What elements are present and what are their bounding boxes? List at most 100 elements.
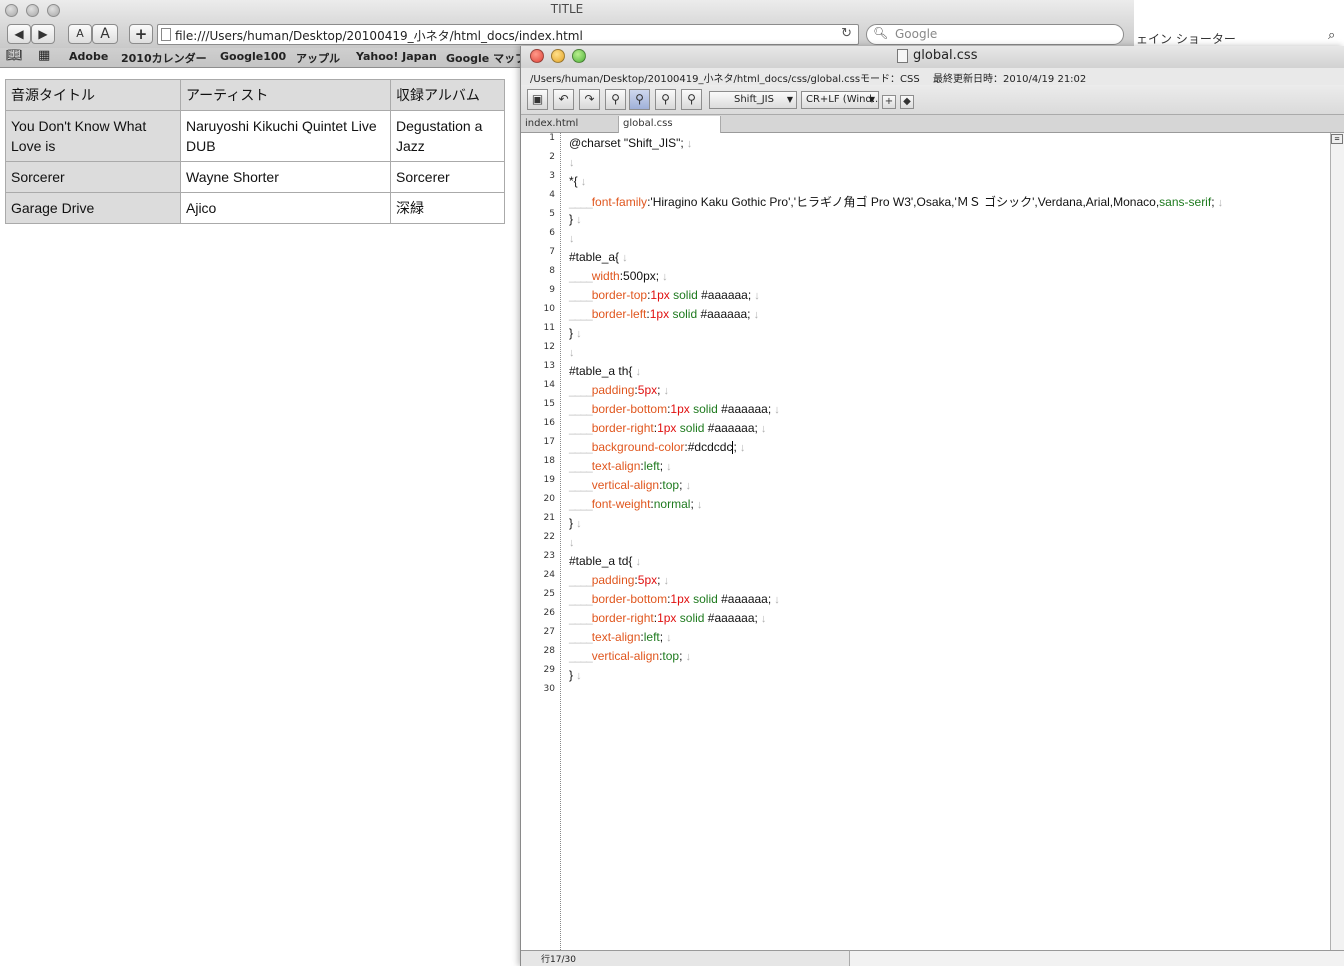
zoom-window-icon[interactable] xyxy=(572,49,586,63)
line-number: 27 xyxy=(543,627,555,637)
tab-marker: ____ xyxy=(569,478,593,492)
code-token: border-bottom xyxy=(591,592,668,606)
newline-marker: ↓ xyxy=(751,290,760,302)
newline-marker: ↓ xyxy=(663,461,672,473)
line-ending-select[interactable]: CR+LF (Wind... ▼ xyxy=(801,91,879,109)
album-cell: Sorcerer xyxy=(390,161,505,193)
code-line: } ↓ xyxy=(569,668,582,682)
code-token: solid xyxy=(676,611,705,625)
newline-marker: ↓ xyxy=(569,157,575,169)
tab-global-css[interactable]: global.css xyxy=(619,116,721,133)
line-number: 20 xyxy=(543,494,555,504)
bookmark-item[interactable]: Google100 xyxy=(220,50,286,63)
table-row: You Don't Know What Love is Naruyoshi Ki… xyxy=(5,110,505,162)
forward-arrow-icon: ▶ xyxy=(38,27,48,41)
horizontal-scrollbar[interactable] xyxy=(849,950,1344,966)
code-token: #aaaaaa; xyxy=(717,592,772,606)
code-token: @charset "Shift_JIS"; xyxy=(569,136,684,150)
text-larger-button[interactable]: A xyxy=(92,24,118,44)
text-smaller-button[interactable]: A xyxy=(68,24,92,44)
editor-window: global.css /Users/human/Desktop/20100419… xyxy=(520,46,1344,966)
code-line: ____border-right:1px solid #aaaaaa; ↓ xyxy=(569,421,766,435)
newline-marker: ↓ xyxy=(573,518,582,530)
split-view-icon[interactable]: = xyxy=(1331,134,1343,144)
minimize-window-icon[interactable] xyxy=(551,49,565,63)
line-number: 17 xyxy=(543,437,555,447)
code-token: font-weight xyxy=(591,497,651,511)
add-button[interactable]: + xyxy=(882,95,896,109)
line-number: 23 xyxy=(543,551,555,561)
code-token: #table_a th{ xyxy=(569,364,633,378)
diamond-icon: ◆ xyxy=(903,96,911,107)
vertical-scrollbar[interactable] xyxy=(1330,133,1344,950)
tab-marker: ____ xyxy=(569,440,593,454)
line-number: 5 xyxy=(549,209,555,219)
code-line: } ↓ xyxy=(569,326,582,340)
reading-list-icon[interactable]: 📖︎ xyxy=(6,48,23,63)
code-token: #aaaaaa; xyxy=(704,421,758,435)
undo-button[interactable]: ↶ xyxy=(553,89,574,110)
save-button[interactable]: ▣ xyxy=(527,89,548,110)
encoding-select[interactable]: Shift_JIS ▼ xyxy=(709,91,797,109)
find-next-button[interactable]: ⚲ xyxy=(681,89,702,110)
bookmark-item[interactable]: Google マップ xyxy=(446,50,526,66)
plus-icon: + xyxy=(884,96,894,107)
browser-titlebar: TITLE xyxy=(0,0,1134,21)
css-file-icon xyxy=(897,49,908,63)
forward-button[interactable]: ▶ xyxy=(31,24,55,44)
code-line: ____font-weight:normal; ↓ xyxy=(569,497,702,511)
bookmark-item[interactable]: Yahoo! Japan xyxy=(356,50,437,63)
line-number: 24 xyxy=(543,570,555,580)
artist-cell: Wayne Shorter xyxy=(180,161,391,193)
bookmark-item[interactable]: 2010カレンダー xyxy=(121,50,207,66)
code-token: border-bottom xyxy=(591,402,668,416)
code-token: :#dcdcdc xyxy=(684,440,733,454)
marker-button[interactable]: ◆ xyxy=(900,95,914,109)
editor-tab-bar: index.html global.css xyxy=(521,115,1344,133)
code-token: border-left xyxy=(591,307,647,321)
line-number: 10 xyxy=(543,304,555,314)
tab-marker: ____ xyxy=(569,573,593,587)
search-down-icon: ⚲ xyxy=(687,92,696,106)
close-window-icon[interactable] xyxy=(530,49,544,63)
back-arrow-icon: ◀ xyxy=(14,27,24,41)
search-input[interactable]: 🔍︎ Google xyxy=(866,24,1124,45)
bookmark-item[interactable]: アップル xyxy=(296,50,340,66)
find-file-button[interactable]: ⚲ xyxy=(629,89,650,110)
add-bookmark-button[interactable]: + xyxy=(129,24,153,44)
row-title-cell: Garage Drive xyxy=(5,192,181,224)
newline-marker: ↓ xyxy=(693,499,703,511)
code-line: ____vertical-align:top; ↓ xyxy=(569,649,691,663)
code-area[interactable]: @charset "Shift_JIS"; ↓ ↓ *{ ↓ ____font-fa… xyxy=(561,133,1331,950)
back-button[interactable]: ◀ xyxy=(7,24,31,44)
code-line: ____border-right:1px solid #aaaaaa; ↓ xyxy=(569,611,766,625)
album-cell: 深緑 xyxy=(390,192,505,224)
find-previous-button[interactable]: ⚲ xyxy=(655,89,676,110)
bookmark-item[interactable]: Adobe xyxy=(69,50,108,63)
reload-icon[interactable]: ↻ xyxy=(841,26,852,41)
code-token: solid xyxy=(689,402,718,416)
code-line: ____text-align:left; ↓ xyxy=(569,459,672,473)
code-token: #aaaaaa; xyxy=(697,307,751,321)
line-number: 19 xyxy=(543,475,555,485)
tab-marker: ____ xyxy=(569,459,593,473)
tab-index-html[interactable]: index.html xyxy=(521,116,619,133)
line-number: 14 xyxy=(543,380,555,390)
line-number: 1 xyxy=(549,133,555,143)
magnifier-icon: ⚲ xyxy=(611,92,620,106)
row-title-cell: Sorcerer xyxy=(5,161,181,193)
line-number: 28 xyxy=(543,646,555,656)
code-line: ↓ xyxy=(569,155,575,169)
undo-icon: ↶ xyxy=(558,92,569,106)
code-token: vertical-align xyxy=(591,649,660,663)
redo-button[interactable]: ↷ xyxy=(579,89,600,110)
line-number: 4 xyxy=(549,190,555,200)
code-token: solid xyxy=(689,592,718,606)
address-bar[interactable]: file:///Users/human/Desktop/20100419_小ネタ… xyxy=(157,24,859,45)
artist-cell: Ajico xyxy=(180,192,391,224)
find-button[interactable]: ⚲ xyxy=(605,89,626,110)
code-line: @charset "Shift_JIS"; ↓ xyxy=(569,136,692,150)
line-number: 18 xyxy=(543,456,555,466)
top-sites-grid-icon[interactable]: ▦ xyxy=(38,48,50,63)
newline-marker: ↓ xyxy=(660,385,670,397)
